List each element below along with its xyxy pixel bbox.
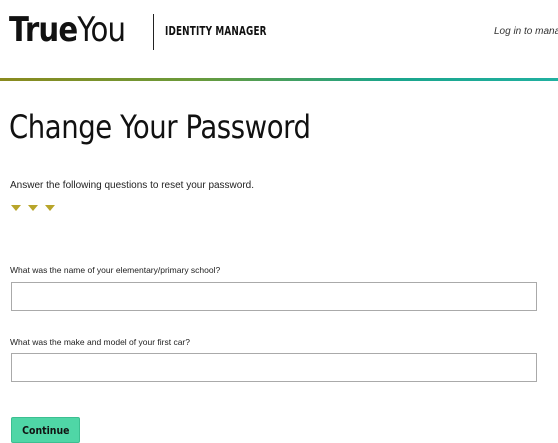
down-arrows — [11, 205, 55, 213]
header-divider — [0, 78, 558, 81]
down-arrow-icon — [45, 205, 55, 211]
trueyou-logo[interactable]: TrueYou — [9, 10, 126, 50]
down-arrow-icon — [11, 205, 21, 211]
header: TrueYou IDENTITY MANAGER Log in to mana — [0, 0, 558, 78]
login-link[interactable]: Log in to mana — [494, 26, 558, 37]
school-answer-input[interactable] — [11, 282, 537, 311]
instructions-text: Answer the following questions to reset … — [10, 180, 255, 191]
car-answer-input[interactable] — [11, 353, 537, 382]
page-title: Change Your Password — [9, 108, 311, 146]
continue-button-label: Continue — [21, 423, 70, 437]
down-arrow-icon — [28, 205, 38, 211]
logo-divider — [153, 14, 154, 50]
logo-light-text: You — [77, 10, 126, 50]
product-name: IDENTITY MANAGER — [165, 24, 267, 38]
logo-bold-text: True — [9, 10, 78, 50]
continue-button[interactable]: Continue — [11, 417, 80, 443]
car-question-label: What was the make and model of your firs… — [10, 337, 190, 347]
school-question-label: What was the name of your elementary/pri… — [10, 265, 221, 275]
page: TrueYou IDENTITY MANAGER Log in to mana … — [0, 0, 558, 443]
